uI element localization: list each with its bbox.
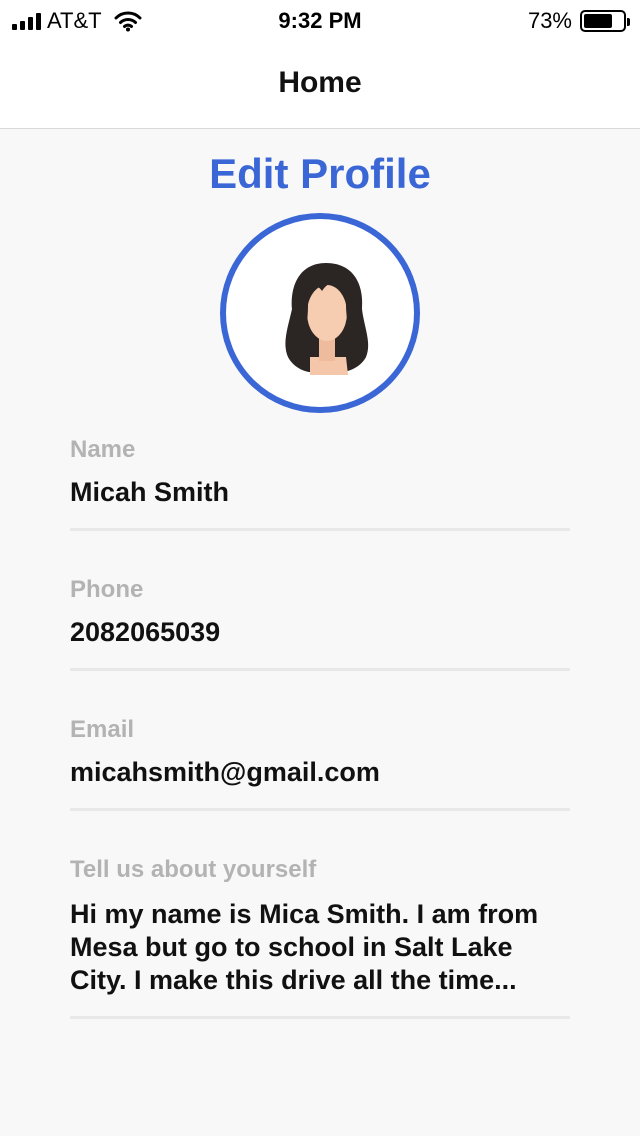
about-label: Tell us about yourself: [70, 856, 317, 883]
name-field[interactable]: Name Micah Smith: [70, 436, 570, 531]
email-field[interactable]: Email micahsmith@gmail.com: [70, 716, 570, 811]
phone-underline: [70, 668, 570, 671]
about-underline: [70, 1016, 570, 1019]
battery-fill: [584, 14, 612, 28]
status-right: 73%: [527, 8, 630, 34]
email-underline: [70, 808, 570, 811]
email-input[interactable]: micahsmith@gmail.com: [70, 756, 570, 789]
email-label: Email: [70, 716, 135, 743]
name-label: Name: [70, 436, 136, 463]
screen: AT&T 9:32 PM 73% Home Edit Profile Name …: [0, 0, 640, 1136]
battery-percent: 73%: [527, 8, 572, 33]
nav-title: Home: [278, 66, 362, 99]
nav-bar: Home: [0, 40, 640, 129]
page-title: Edit Profile: [209, 150, 431, 197]
phone-label: Phone: [70, 576, 144, 603]
battery-icon: [580, 10, 630, 32]
avatar-illustration: [285, 263, 369, 375]
avatar[interactable]: [220, 213, 420, 413]
name-input[interactable]: Micah Smith: [70, 476, 570, 509]
status-bar: AT&T 9:32 PM 73%: [0, 0, 640, 40]
phone-field[interactable]: Phone 2082065039: [70, 576, 570, 671]
phone-input[interactable]: 2082065039: [70, 616, 570, 649]
battery-cap: [627, 18, 630, 26]
about-field[interactable]: Tell us about yourself Hi my name is Mic…: [70, 856, 570, 1019]
about-textarea[interactable]: Hi my name is Mica Smith. I am from Mesa…: [70, 898, 570, 997]
name-underline: [70, 528, 570, 531]
